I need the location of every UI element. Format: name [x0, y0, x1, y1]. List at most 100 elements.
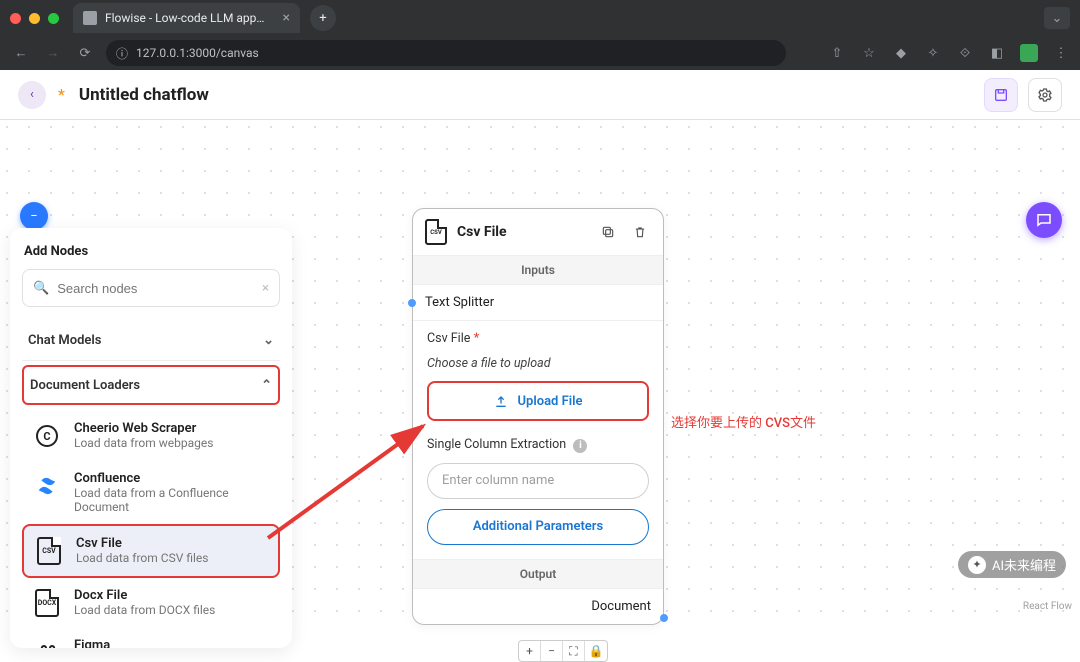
- confluence-icon: [36, 475, 58, 497]
- favicon-icon: [83, 11, 97, 25]
- additional-params-label: Additional Parameters: [473, 519, 603, 534]
- cheerio-icon: C: [36, 425, 58, 447]
- puzzle-icon[interactable]: ✧: [924, 44, 942, 62]
- loader-desc: Load data from webpages: [74, 436, 213, 450]
- chevron-up-icon: ⌃: [261, 378, 272, 393]
- loader-name: Confluence: [74, 471, 270, 486]
- upload-icon: [493, 393, 509, 409]
- csv-icon: CSV: [37, 537, 61, 565]
- handle-icon[interactable]: [660, 614, 668, 622]
- lock-button[interactable]: 🔒: [585, 641, 607, 661]
- loader-figma[interactable]: ⌘ Figma: [22, 628, 280, 648]
- loader-desc: Load data from DOCX files: [74, 603, 215, 617]
- node-icon: CSV: [425, 219, 447, 245]
- required-star-icon: *: [474, 331, 480, 346]
- browser-chrome: Flowise - Low-code LLM app… × + ⌄ ← → ⟳ …: [0, 0, 1080, 70]
- clear-search-icon[interactable]: ×: [262, 281, 269, 296]
- csv-file-node[interactable]: CSV Csv File Inputs Text Splitter Csv Fi…: [412, 208, 664, 625]
- panel-icon[interactable]: ◧: [988, 44, 1006, 62]
- duplicate-button[interactable]: [597, 221, 619, 243]
- app-root: ‹ * Untitled chatflow − Add Nodes 🔍 × Ch…: [0, 70, 1080, 616]
- port-label: Text Splitter: [425, 295, 494, 310]
- canvas-controls: + − ⛶ 🔒: [518, 640, 608, 662]
- window-controls: [10, 13, 59, 24]
- unsaved-indicator-icon: *: [58, 85, 65, 104]
- close-tab-icon[interactable]: ×: [282, 10, 289, 26]
- input-port-text-splitter[interactable]: Text Splitter: [413, 285, 663, 321]
- watermark: ✦ AI未来编程: [958, 551, 1066, 578]
- loader-name: Cheerio Web Scraper: [74, 421, 213, 436]
- save-icon: [993, 87, 1009, 103]
- loader-desc: Load data from a Confluence Document: [74, 486, 270, 514]
- delete-button[interactable]: [629, 221, 651, 243]
- category-label: Document Loaders: [30, 378, 140, 393]
- category-label: Chat Models: [28, 333, 101, 348]
- additional-params-button[interactable]: Additional Parameters: [427, 509, 649, 545]
- new-tab-button[interactable]: +: [310, 5, 336, 31]
- zoom-out-button[interactable]: −: [541, 641, 563, 661]
- app-header: ‹ * Untitled chatflow: [0, 70, 1080, 120]
- search-input[interactable]: [57, 281, 254, 296]
- loader-confluence[interactable]: Confluence Load data from a Confluence D…: [22, 461, 280, 524]
- avatar-icon[interactable]: [1020, 44, 1038, 62]
- close-window-icon[interactable]: [10, 13, 21, 24]
- share-icon[interactable]: ⇧: [828, 44, 846, 62]
- settings-button[interactable]: [1028, 78, 1062, 112]
- search-nodes-wrap[interactable]: 🔍 ×: [22, 269, 280, 307]
- add-nodes-panel: Add Nodes 🔍 × Chat Models ⌄ Document Loa…: [10, 228, 292, 648]
- back-icon[interactable]: ←: [10, 42, 32, 64]
- info-icon: ⓘ: [116, 45, 128, 62]
- url-text: 127.0.0.1:3000/canvas: [136, 46, 259, 60]
- bookmark-icon[interactable]: ☆: [860, 44, 878, 62]
- add-node-fab[interactable]: −: [20, 202, 48, 230]
- zoom-in-button[interactable]: +: [519, 641, 541, 661]
- node-title: Csv File: [457, 224, 587, 240]
- maximize-window-icon[interactable]: [48, 13, 59, 24]
- minimize-window-icon[interactable]: [29, 13, 40, 24]
- reload-icon[interactable]: ⟳: [74, 42, 96, 64]
- window-menu-icon[interactable]: ⌄: [1044, 7, 1070, 29]
- docx-icon: DOCX: [35, 589, 59, 617]
- address-bar[interactable]: ⓘ 127.0.0.1:3000/canvas: [106, 40, 786, 66]
- page-title: Untitled chatflow: [79, 85, 209, 105]
- handle-icon[interactable]: [408, 299, 416, 307]
- column-placeholder: Enter column name: [442, 473, 554, 488]
- column-input[interactable]: Enter column name: [427, 463, 649, 499]
- save-button[interactable]: [984, 78, 1018, 112]
- back-button[interactable]: ‹: [18, 81, 46, 109]
- copy-icon: [601, 225, 615, 239]
- loader-csv[interactable]: CSV Csv File Load data from CSV files: [22, 524, 280, 578]
- browser-tab[interactable]: Flowise - Low-code LLM app… ×: [73, 3, 300, 33]
- loader-items: C Cheerio Web Scraper Load data from web…: [22, 405, 280, 648]
- loader-docx[interactable]: DOCX Docx File Load data from DOCX files: [22, 578, 280, 628]
- loader-name: Docx File: [74, 588, 215, 603]
- forward-icon[interactable]: →: [42, 42, 64, 64]
- category-document-loaders[interactable]: Document Loaders ⌃: [22, 365, 280, 405]
- upload-file-button[interactable]: Upload File: [427, 381, 649, 421]
- category-chat-models[interactable]: Chat Models ⌄: [22, 321, 280, 361]
- loader-name: Csv File: [76, 536, 208, 551]
- upload-label: Upload File: [517, 394, 582, 409]
- output-section-label: Output: [413, 559, 663, 589]
- chevron-down-icon: ⌄: [263, 333, 274, 348]
- drive-icon[interactable]: ◆: [892, 44, 910, 62]
- inputs-section-label: Inputs: [413, 256, 663, 285]
- info-icon[interactable]: i: [573, 439, 587, 453]
- loader-desc: Load data from CSV files: [76, 551, 208, 565]
- kebab-icon[interactable]: ⋮: [1052, 44, 1070, 62]
- csv-field-hint: Choose a file to upload: [427, 356, 649, 371]
- loader-name: Figma: [74, 638, 110, 648]
- gear-icon: [1037, 87, 1053, 103]
- panel-title: Add Nodes: [24, 244, 280, 259]
- extensions-icon[interactable]: ⟐: [956, 44, 974, 62]
- watermark-text: AI未来编程: [992, 555, 1056, 574]
- tab-title: Flowise - Low-code LLM app…: [105, 11, 264, 25]
- output-port-document[interactable]: Document: [413, 589, 663, 624]
- trash-icon: [633, 225, 647, 239]
- wechat-icon: ✦: [968, 556, 986, 574]
- port-label: Document: [591, 599, 651, 614]
- loader-cheerio[interactable]: C Cheerio Web Scraper Load data from web…: [22, 411, 280, 461]
- chat-fab[interactable]: [1026, 202, 1062, 238]
- reactflow-attribution: React Flow: [1023, 601, 1072, 612]
- fit-view-button[interactable]: ⛶: [563, 641, 585, 661]
